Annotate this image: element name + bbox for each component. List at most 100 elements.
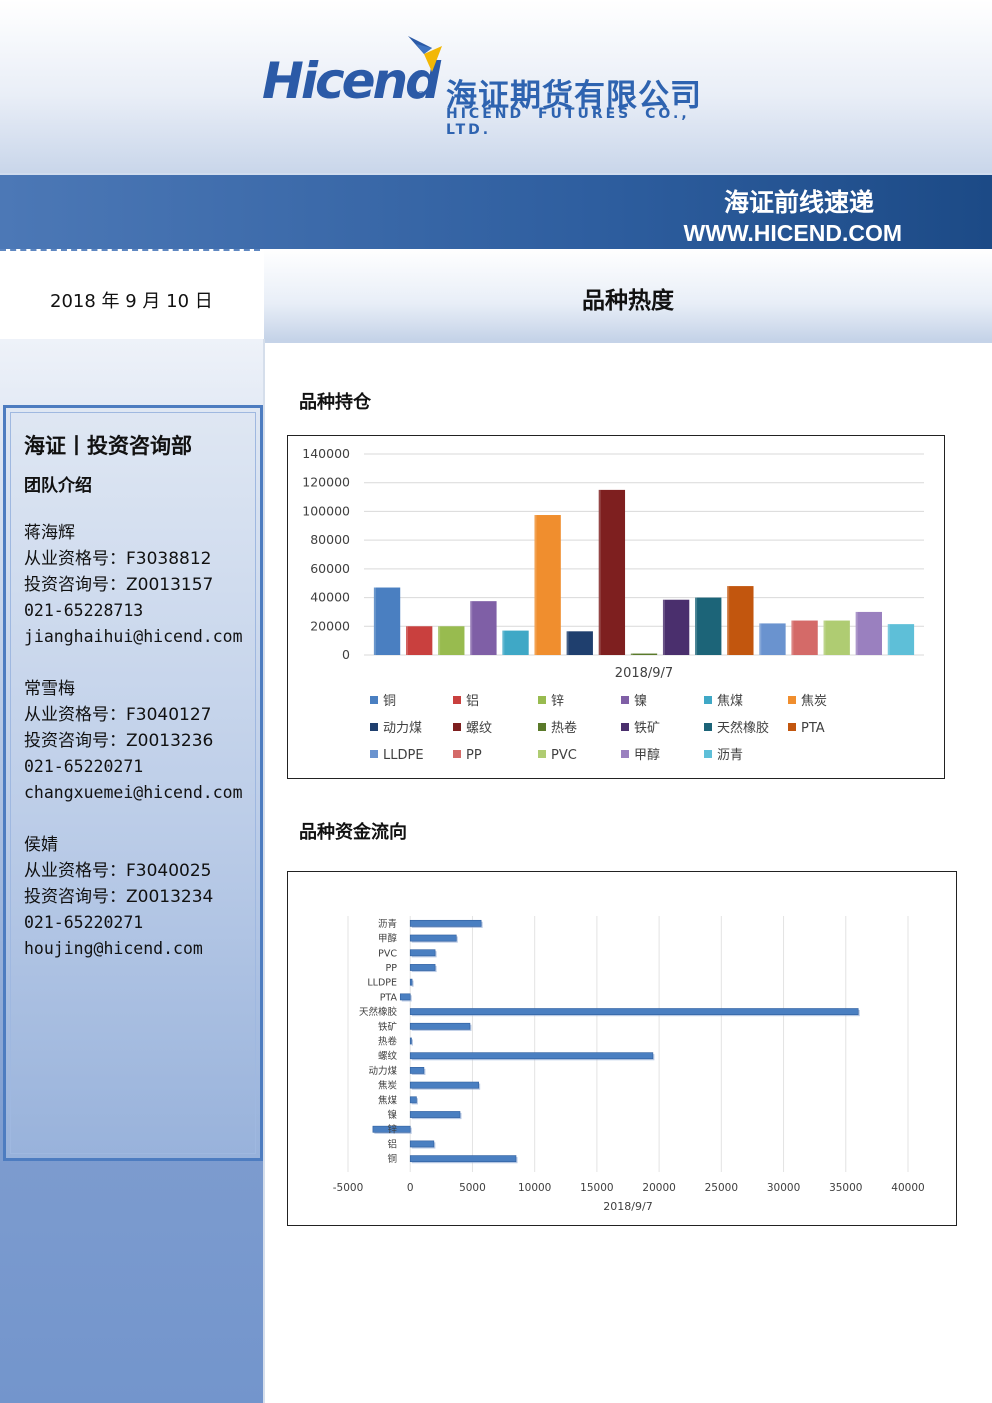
bar-铝 (406, 626, 433, 655)
y-category-label: 铜 (387, 1153, 397, 1165)
x-tick-label: 5000 (459, 1182, 486, 1194)
flow-bar-天然橡胶 (409, 1008, 859, 1015)
logo-english-name: HICEND FUTURES CO., LTD. (446, 106, 690, 138)
holdings-chart-heading: 品种持仓 (299, 392, 371, 413)
bar-highlight (759, 623, 762, 655)
bar-highlight (373, 587, 376, 655)
x-tick-label: 40000 (891, 1182, 924, 1194)
member-phone: 021-65228713 (24, 601, 144, 620)
x-tick-label: 20000 (642, 1182, 675, 1194)
x-axis-label: 2018/9/7 (603, 1200, 652, 1213)
x-tick-label: 15000 (580, 1182, 613, 1194)
holdings-chart-frame: 0 20000 40000 60000 80000 100000 120000 140000 2… (287, 435, 945, 779)
bar-highlight (887, 624, 890, 655)
header-band: 海证前线速递 WWW.HICEND.COM (0, 173, 992, 249)
legend-label-动力煤: 动力煤 (383, 721, 422, 736)
y-tick-label: 140000 (302, 446, 350, 461)
y-category-label: 焦煤 (378, 1094, 398, 1106)
member-email: changxuemei@hicend.com (24, 783, 243, 802)
bar-铁矿 (662, 599, 690, 655)
legend-label-天然橡胶: 天然橡胶 (717, 720, 769, 736)
legend-swatch-动力煤 (370, 723, 378, 731)
legend-label-沥青: 沥青 (717, 748, 743, 763)
team-member: 常雪梅 从业资格号：F3040127 投资咨询号：Z0013236 021-65… (24, 676, 243, 806)
x-tick-label: -5000 (333, 1182, 364, 1194)
legend-swatch-铁矿 (621, 723, 629, 731)
bar-highlight (566, 631, 569, 655)
legend-label-螺纹: 螺纹 (466, 721, 492, 736)
legend-label-铝: 铝 (466, 694, 479, 709)
bar-highlight (598, 489, 601, 655)
flow-bar-铜 (409, 1155, 517, 1163)
capital-flow-bar-chart: -5000 0 5000 10000 15000 20000 25000 30000 35000… (333, 916, 925, 1213)
member-qualification: 从业资格号：F3040127 (24, 705, 212, 725)
legend-label-焦炭: 焦炭 (801, 694, 827, 709)
legend-swatch-铝 (453, 696, 461, 704)
y-tick-label: 120000 (302, 475, 350, 490)
legend-label-甲醇: 甲醇 (634, 747, 660, 763)
bar-PTA (727, 586, 754, 655)
company-logo: Hicend ® 海证期货有限公司 HICEND FUTURES CO., LT… (262, 34, 732, 138)
y-category-label: PTA (380, 992, 398, 1003)
flow-bar-PP (409, 964, 436, 971)
member-consult-number: 投资咨询号：Z0013157 (24, 575, 214, 595)
flow-chart-heading: 品种资金流向 (299, 822, 407, 843)
x-tick-label: 35000 (829, 1182, 862, 1194)
legend-swatch-焦煤 (704, 696, 712, 704)
bar-shadow (411, 1039, 413, 1046)
member-consult-number: 投资咨询号：Z0013236 (24, 731, 214, 751)
flow-bar-甲醇 (409, 934, 457, 942)
holdings-bar-chart: 0 20000 40000 60000 80000 100000 120000 140000 2… (302, 446, 924, 763)
flow-bar-热卷 (409, 1037, 412, 1045)
publication-title: 海证前线速递 (723, 188, 874, 217)
sidebar-divider (263, 339, 265, 1403)
team-department-title: 海证丨投资咨询部 (24, 434, 192, 458)
member-name: 蒋海辉 (24, 523, 75, 543)
bar-动力煤 (566, 631, 593, 655)
flow-bar-PTA (399, 993, 411, 1001)
x-tick-label: 30000 (767, 1182, 800, 1194)
y-category-label: 焦炭 (378, 1080, 398, 1092)
legend-swatch-热卷 (538, 723, 546, 731)
member-phone: 021-65220271 (24, 913, 144, 932)
website-url: WWW.HICEND.COM (683, 220, 902, 246)
legend-swatch-天然橡胶 (704, 723, 712, 731)
bar-highlight (630, 653, 633, 655)
y-tick-label: 80000 (310, 532, 350, 547)
member-email: houjing@hicend.com (24, 939, 203, 958)
legend-swatch-焦炭 (788, 696, 796, 704)
bar-highlight (534, 515, 537, 655)
logo-registered-mark: ® (416, 90, 426, 101)
flow-bar-铝 (409, 1140, 435, 1148)
y-category-label: 动力煤 (368, 1065, 397, 1077)
member-name: 侯婧 (24, 835, 58, 855)
y-category-label: 沥青 (378, 918, 397, 930)
flow-bar-焦炭 (409, 1081, 479, 1089)
member-qualification: 从业资格号：F3040025 (24, 861, 212, 881)
flow-bar-LLDPE (409, 978, 413, 986)
section-title-bar: 品种热度 (264, 249, 992, 343)
bar-天然橡胶 (695, 597, 722, 655)
flow-bar-螺纹 (409, 1052, 654, 1060)
report-date: 2018 年 9 月 10 日 (50, 291, 213, 312)
flow-bar-动力煤 (409, 1067, 425, 1074)
y-category-label: 镍 (387, 1109, 397, 1121)
bar-highlight (662, 599, 665, 655)
team-member: 侯婧 从业资格号：F3040025 投资咨询号：Z0013234 021-652… (24, 832, 213, 962)
y-category-label: PP (386, 963, 398, 974)
bar-highlight (438, 626, 441, 655)
x-tick-label: 10000 (518, 1182, 551, 1194)
legend-label-LLDPE: LLDPE (383, 748, 424, 763)
member-name: 常雪梅 (24, 679, 75, 699)
header-banner: Hicend ® 海证期货有限公司 HICEND FUTURES CO., LT… (0, 0, 992, 173)
y-category-label: LLDPE (367, 978, 397, 989)
team-member: 蒋海辉 从业资格号：F3038812 投资咨询号：Z0013157 021-65… (24, 520, 243, 650)
legend-swatch-甲醇 (621, 750, 629, 758)
bar-焦煤 (502, 630, 529, 655)
bar-highlight (855, 611, 858, 655)
flow-bar-焦煤 (409, 1096, 417, 1104)
bar-highlight (470, 601, 473, 655)
bar-铜 (373, 587, 401, 655)
bar-沥青 (887, 624, 915, 655)
member-qualification: 从业资格号：F3038812 (24, 549, 212, 569)
